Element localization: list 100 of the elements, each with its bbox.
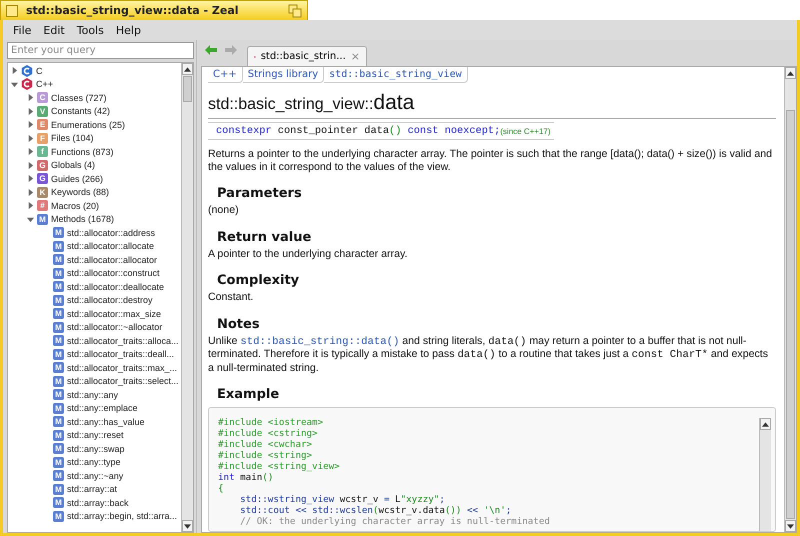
category-badge-icon: M	[53, 308, 64, 320]
tree-item[interactable]: std::allocator_traits::select...	[67, 376, 179, 386]
category-badge-icon: M	[53, 443, 64, 454]
tree-item[interactable]: std::any::emplace	[67, 403, 138, 414]
tree-item[interactable]: std::any::~any	[67, 470, 124, 481]
tree-item[interactable]: Macros (20)	[51, 200, 100, 211]
scroll-down-icon[interactable]	[184, 524, 191, 528]
tree-item[interactable]: std::allocator_traits::max_...	[67, 362, 178, 373]
category-badge-icon: M	[53, 294, 64, 306]
category-badge-icon: M	[53, 281, 64, 292]
section-text: (none)	[208, 204, 240, 216]
tree-item[interactable]: Files (104)	[51, 133, 94, 144]
category-badge-icon: F	[37, 132, 48, 144]
search-field[interactable]: Enter your query	[7, 42, 194, 59]
tree-item[interactable]: Enumerations (25)	[51, 120, 126, 130]
tree-item[interactable]: Guides (266)	[51, 174, 104, 184]
tree-item[interactable]: std::allocator_traits::deall...	[67, 349, 174, 360]
scroll-down-icon[interactable]	[787, 524, 794, 528]
section-heading: Return value	[217, 230, 312, 244]
tree-item[interactable]: C	[36, 66, 42, 76]
scrollbar[interactable]	[759, 418, 771, 531]
menu-item[interactable]: Edit	[37, 24, 71, 36]
category-badge-icon: E	[37, 119, 48, 130]
category-badge-icon: M	[53, 510, 64, 522]
menu-item[interactable]: File	[7, 24, 38, 36]
code-line: std::wstring_view wcstr_v = L"xyzzy";	[239, 495, 446, 506]
tree-item[interactable]: std::allocator::allocate	[67, 241, 154, 252]
scroll-up-icon[interactable]	[787, 70, 794, 76]
category-badge-icon: G	[37, 173, 48, 184]
tree-item[interactable]: std::allocator::allocator	[67, 254, 158, 265]
menu-item[interactable]: Tools	[70, 24, 110, 36]
signature: constexpr const_pointer data() const noexcept;(since C++17)	[208, 122, 554, 140]
category-badge-icon: M	[37, 214, 48, 225]
breadcrumb-link[interactable]: std::basic_string_view	[324, 67, 468, 83]
code-line: #include <cstring>	[218, 429, 319, 440]
section-heading: Example	[217, 387, 280, 402]
scrollbar-thumb[interactable]	[786, 110, 795, 519]
scrollbar[interactable]	[181, 63, 193, 532]
tree-item[interactable]: std::allocator::~allocator	[67, 322, 162, 332]
tree-item[interactable]: std::any::any	[67, 390, 118, 400]
page-heading: std::basic_string_view::data	[208, 91, 776, 119]
code-line: {	[218, 484, 225, 495]
code-line: #include <string>	[218, 451, 314, 462]
scroll-up-icon[interactable]	[184, 66, 191, 72]
tree-item[interactable]: std::any::has_value	[67, 416, 145, 427]
tree-item[interactable]: std::any::type	[67, 457, 121, 468]
category-badge-icon: K	[37, 186, 48, 198]
section-text: A pointer to the underlying character array.	[208, 248, 408, 260]
tree-item[interactable]: std::allocator::destroy	[67, 295, 153, 306]
restore-icon[interactable]	[288, 4, 302, 18]
category-badge-icon: M	[53, 470, 64, 482]
doc-link[interactable]: std::basic_string::data()	[240, 336, 400, 348]
category-badge-icon: M	[53, 416, 64, 428]
expanded-arrow-icon[interactable]	[10, 80, 18, 88]
window-title: std::basic_string_view::data - Zeal	[26, 4, 240, 17]
window-menu-icon[interactable]	[6, 4, 18, 16]
tree-item[interactable]: Functions (873)	[51, 146, 114, 157]
tree-item[interactable]: Constants (42)	[51, 106, 110, 116]
scrollbar-thumb[interactable]	[183, 76, 192, 102]
scroll-up-icon[interactable]	[762, 422, 769, 426]
category-badge-icon: M	[53, 322, 64, 333]
tree-item[interactable]: std::allocator::max_size	[67, 308, 162, 319]
tree-item[interactable]: Methods (1678)	[51, 214, 114, 224]
breadcrumb-link[interactable]: Strings library	[242, 67, 324, 83]
expanded-arrow-icon[interactable]	[26, 216, 34, 223]
code-line: std::cout << std::wcslen(wcstr_v.data()) << '\n';	[239, 506, 512, 517]
code-line: // OK: the underlying character array is null-terminated	[239, 517, 551, 528]
category-badge-icon: M	[53, 484, 64, 495]
code-line: int main()	[218, 473, 274, 484]
tree-item[interactable]: Classes (727)	[51, 92, 107, 103]
section-heading: Complexity	[217, 273, 300, 288]
category-badge-icon: M	[53, 362, 64, 374]
tree-item[interactable]: C++	[36, 79, 54, 90]
tree-item[interactable]: std::array::begin, std::arra...	[67, 511, 178, 522]
category-badge-icon: V	[37, 106, 48, 117]
collapsed-arrow-icon[interactable]	[10, 67, 18, 74]
tree-item[interactable]: std::allocator_traits::alloca...	[67, 336, 179, 346]
menu-item[interactable]: Help	[110, 24, 147, 36]
category-badge-icon: M	[53, 376, 64, 387]
tree-item[interactable]: std::array::back	[67, 498, 129, 508]
tree-item[interactable]: std::allocator::construct	[67, 268, 160, 278]
tree-item[interactable]: Globals (4)	[51, 160, 96, 170]
tree-item[interactable]: std::any::reset	[67, 430, 124, 440]
scrollbar[interactable]	[784, 67, 796, 532]
code-line: #include <iostream>	[218, 418, 324, 429]
code-line: #include <cwchar>	[218, 440, 314, 451]
tab[interactable]: std::basic_strin... ×	[247, 46, 367, 66]
tree-item[interactable]: std::array::at	[67, 484, 118, 494]
tree-item[interactable]: std::any::swap	[67, 444, 125, 454]
section-text: Constant.	[208, 291, 254, 304]
section-text: Unlike std::basic_string::data() and string literals, data() may return a pointer to a buffer that is not null-terminated. Therefore it is typically a mistake to pass data() to a routine that takes just a const CharT* and expects a null-terminated string.	[208, 334, 770, 374]
code-line: #include <string_view>	[218, 462, 341, 473]
category-badge-icon: M	[53, 227, 64, 238]
category-badge-icon: M	[53, 456, 64, 468]
category-badge-icon: C	[37, 92, 48, 104]
tree-item[interactable]: Keywords (88)	[51, 187, 110, 198]
breadcrumb-link[interactable]: C++	[208, 67, 243, 83]
tree-item[interactable]: std::allocator::address	[67, 228, 156, 238]
tree-item[interactable]: std::allocator::deallocate	[67, 282, 164, 292]
description-text: Returns a pointer to the underlying character array. The pointer is such that the range [data(); data() + size()) is valid and the values in it correspond to the values of the view.	[208, 148, 774, 173]
